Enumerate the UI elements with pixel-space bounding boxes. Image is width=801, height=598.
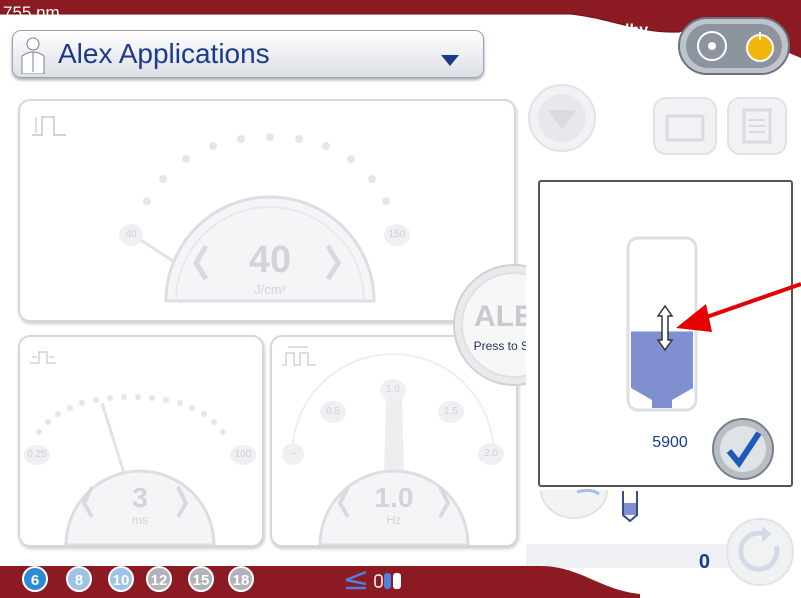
spot-size-15[interactable]: 15 xyxy=(188,566,214,592)
fluence-panel: 40 150 40 J/cm² xyxy=(18,99,516,322)
spot-size-18[interactable]: 18 xyxy=(228,566,254,592)
rate-tick-0-5: 0.5 xyxy=(320,401,346,423)
pulse-width-min-label: 0.25 xyxy=(24,445,50,465)
fluence-unit: J/cm² xyxy=(254,282,286,297)
doctor-person-icon xyxy=(21,37,45,74)
rate-tick-minus: – xyxy=(282,443,304,465)
pulse-width-unit: ms xyxy=(132,513,148,527)
triangle-down-icon[interactable] xyxy=(441,55,459,66)
rate-tick-1-0: 1.0 xyxy=(380,379,406,401)
spot-size-12[interactable]: 12 xyxy=(146,566,172,592)
rate-tick-2-0: 2.0 xyxy=(478,443,504,465)
wavelength-label: 755 nm xyxy=(3,3,60,22)
status-label: Standby xyxy=(585,22,649,39)
handpiece-icon xyxy=(622,491,638,523)
repetition-rate-value: 1.0 xyxy=(374,482,414,513)
selector-value: 5900 xyxy=(652,434,688,451)
standby-toggle-button[interactable] xyxy=(676,12,792,78)
document-button[interactable] xyxy=(726,96,788,156)
spot-size-8[interactable]: 8 xyxy=(66,566,92,592)
spot-size-10[interactable]: 10 xyxy=(108,566,134,592)
rate-tick-1-5: 1.5 xyxy=(438,401,464,423)
repetition-rate-unit: Hz xyxy=(386,513,402,527)
confirm-button[interactable] xyxy=(711,417,775,481)
handpiece-button[interactable] xyxy=(537,486,611,522)
pulse-width-value: 3 xyxy=(132,482,148,513)
handpiece-status-icon xyxy=(345,570,367,590)
battery-icon xyxy=(374,573,401,589)
red-arrow-annotation xyxy=(676,282,801,332)
spot-size-6[interactable]: 6 xyxy=(22,566,48,592)
down-arrow-button[interactable] xyxy=(526,82,598,154)
pulse-width-panel: 0.25 100 3 ms xyxy=(18,335,264,547)
application-title: Alex Applications xyxy=(58,38,270,69)
fluence-min-label: 40 xyxy=(119,224,143,246)
folder-button[interactable] xyxy=(652,96,718,156)
pulse-width-max-label: 100 xyxy=(230,445,256,465)
fluence-max-label: 150 xyxy=(384,224,410,246)
fluence-value: 40 xyxy=(248,239,292,281)
